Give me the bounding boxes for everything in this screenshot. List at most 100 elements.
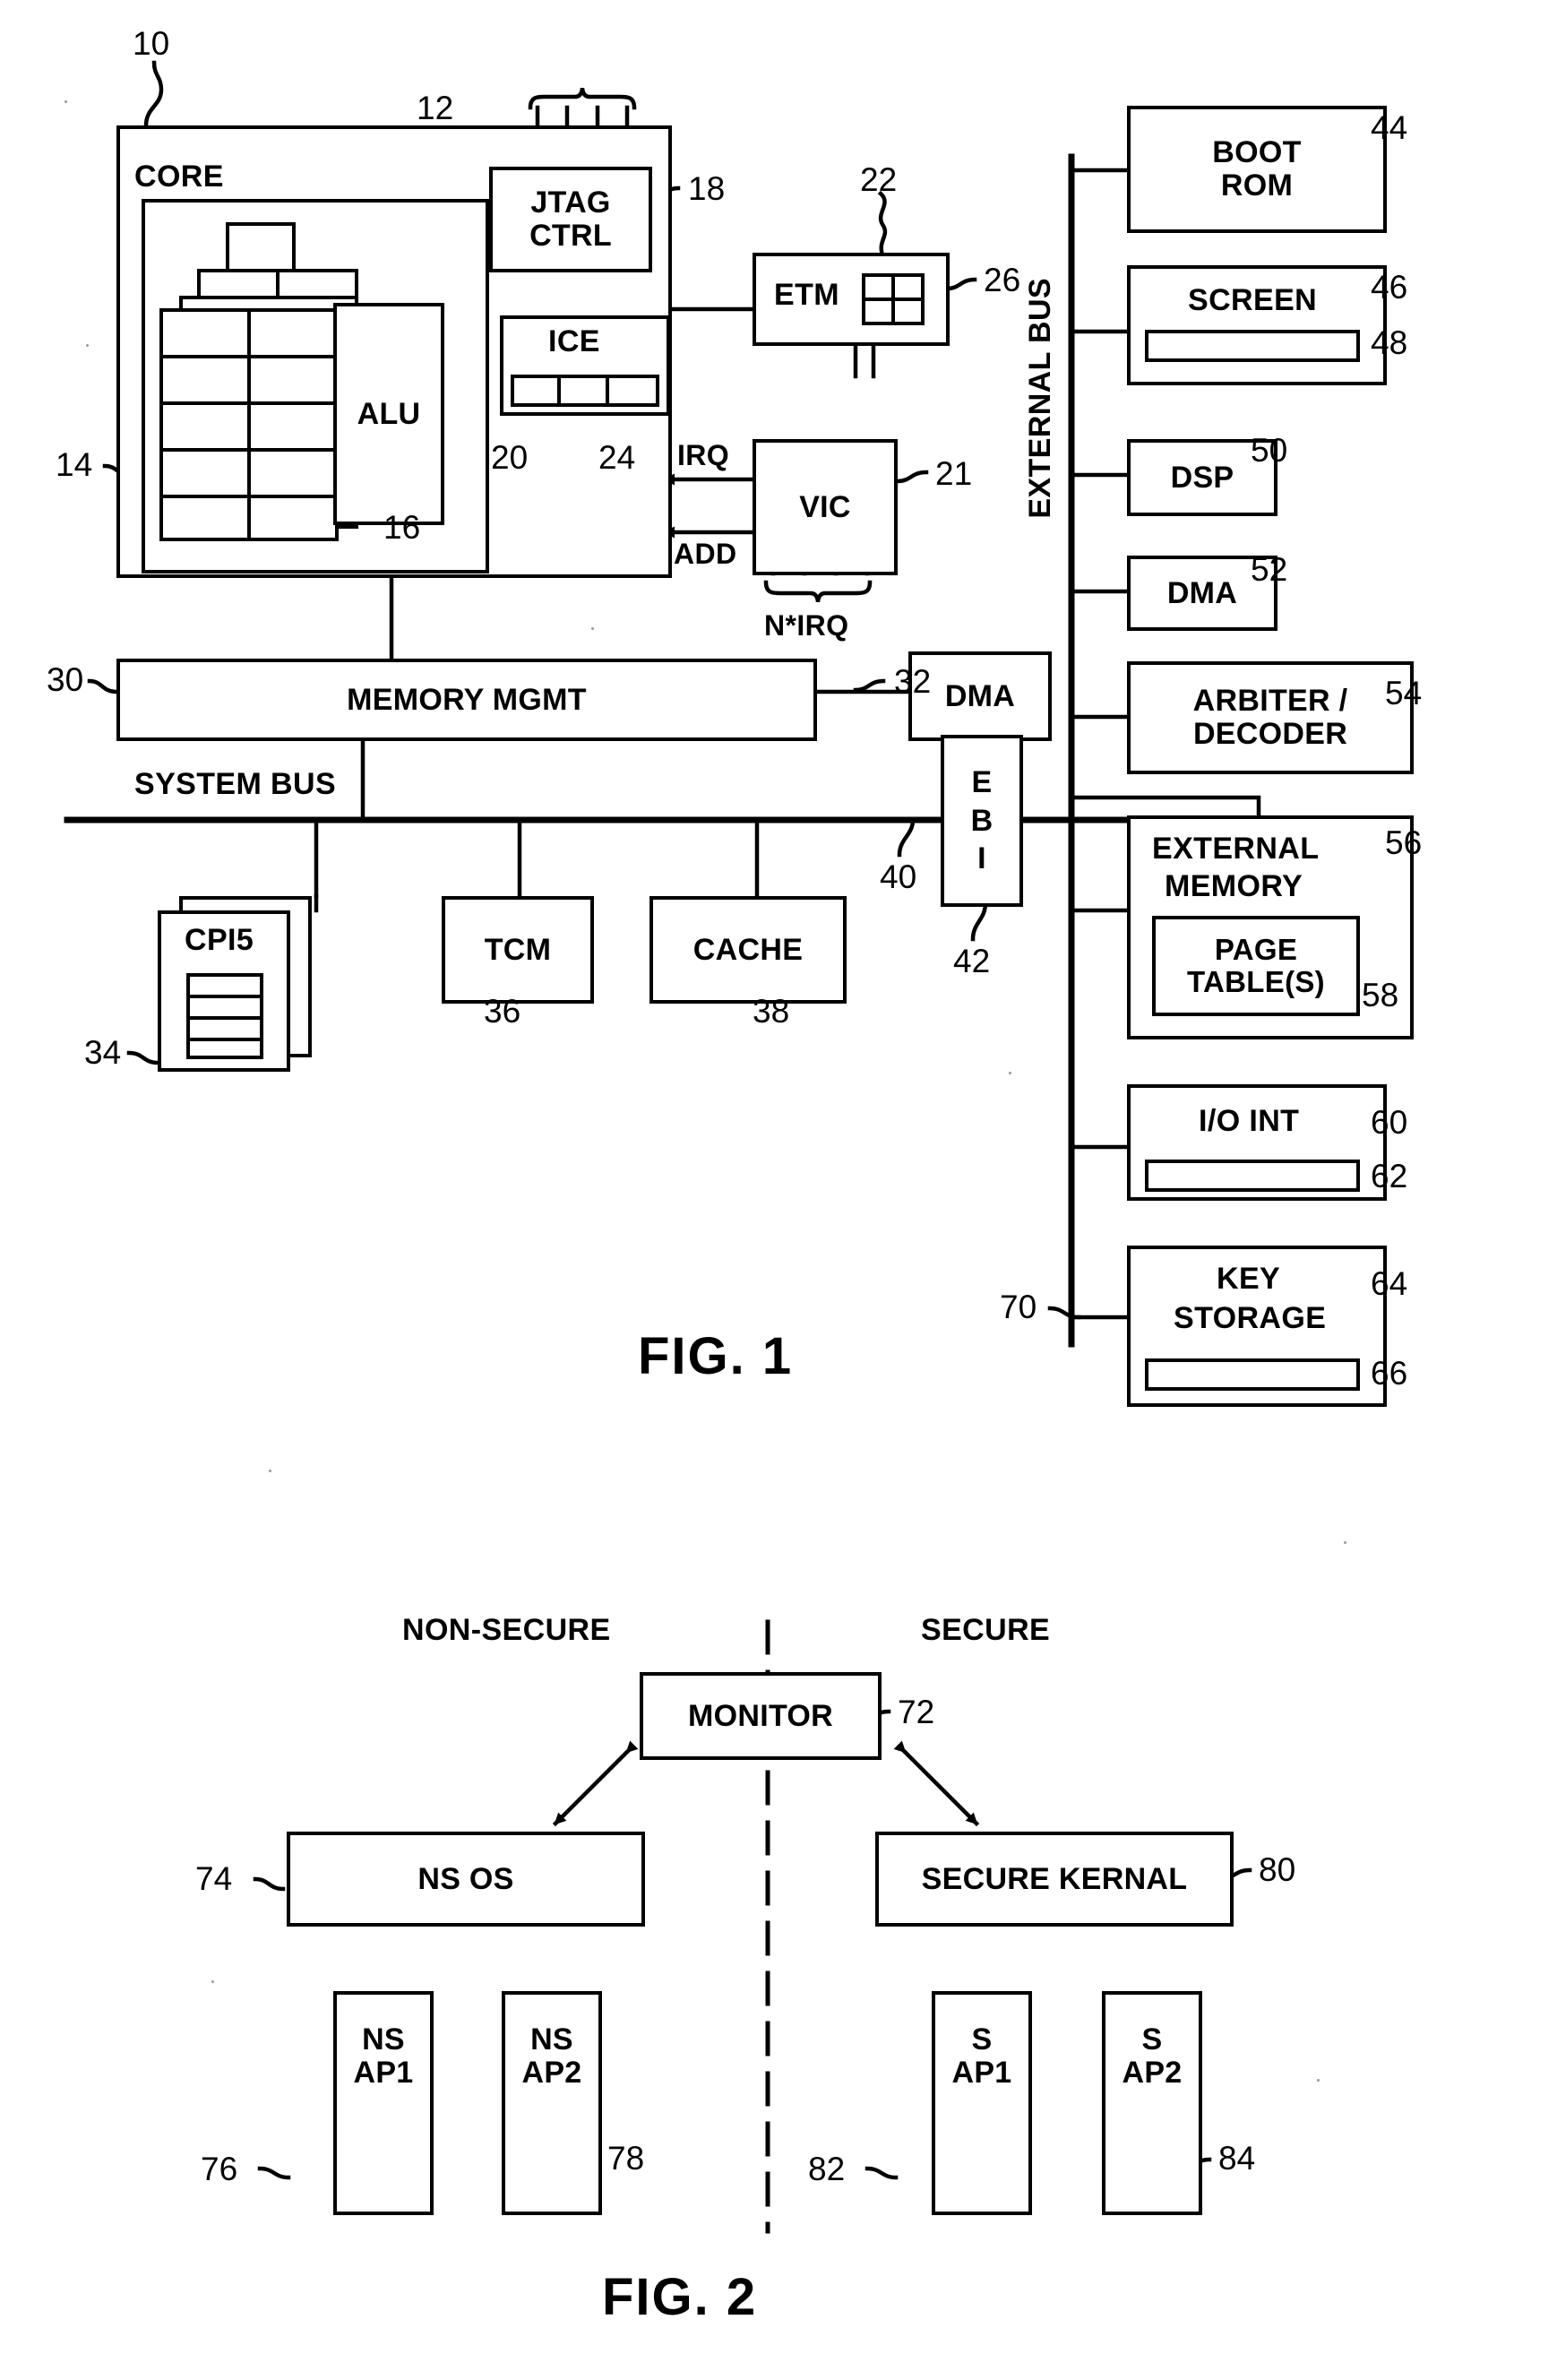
scan-speck: [1009, 1072, 1011, 1074]
numeral-30: 30: [47, 661, 84, 698]
tcm-block: TCM: [442, 896, 594, 1004]
scan-speck: [86, 344, 89, 347]
core-label: CORE: [134, 160, 224, 194]
ebi-block: E B I: [941, 735, 1023, 907]
etm-grid-hline: [862, 298, 925, 301]
s-ap2-label-line1: S: [1141, 2022, 1163, 2057]
ns-ap1-block: NS AP1: [333, 1991, 434, 2215]
numeral-34: 34: [84, 1034, 122, 1071]
key-storage-label-line1: KEY: [1217, 1262, 1281, 1296]
n-irq-signal-label: N*IRQ: [764, 609, 849, 642]
ns-ap2-label-line2: AP2: [521, 2055, 582, 2090]
secure-domain-label: SECURE: [921, 1613, 1051, 1647]
screen-buffer: [1145, 330, 1360, 362]
etm-label: ETM: [774, 278, 839, 312]
numeral-14: 14: [56, 446, 93, 483]
cp15-register-row-2: [186, 1016, 263, 1020]
numeral-72: 72: [898, 1694, 935, 1730]
boot-rom-block: BOOT ROM: [1127, 106, 1387, 233]
page-tables-label-line1: PAGE: [1214, 933, 1298, 967]
key-storage-label-line2: STORAGE: [1174, 1301, 1327, 1335]
jtag-ctrl-label-line1: JTAG: [530, 185, 611, 220]
numeral-42: 42: [953, 943, 991, 979]
arbiter-decoder-block: ARBITER / DECODER: [1127, 661, 1414, 774]
numeral-26: 26: [984, 262, 1021, 298]
numeral-78: 78: [607, 2140, 645, 2177]
ice-register-divider-1: [557, 375, 561, 407]
page-tables-label-line2: TABLE(S): [1187, 965, 1325, 998]
numeral-12: 12: [417, 90, 454, 126]
register-bank-row-4: [159, 495, 339, 498]
register-bank-row-1: [159, 355, 339, 358]
external-memory-label-line2: MEMORY: [1165, 869, 1303, 903]
s-ap2-block: S AP2: [1102, 1991, 1202, 2215]
numeral-16: 16: [383, 509, 421, 546]
irq-signal-label: IRQ: [677, 439, 730, 471]
boot-rom-label-line2: ROM: [1220, 168, 1294, 203]
numeral-20: 20: [491, 439, 529, 476]
scan-speck: [211, 1980, 214, 1983]
numeral-64: 64: [1371, 1265, 1408, 1302]
numeral-56: 56: [1385, 824, 1423, 861]
cache-block: CACHE: [649, 896, 847, 1004]
scan-speck: [65, 100, 67, 103]
numeral-38: 38: [753, 993, 790, 1030]
scan-speck: [591, 627, 594, 630]
numeral-80: 80: [1259, 1851, 1296, 1888]
jtag-ctrl-block: JTAG CTRL: [489, 167, 652, 272]
non-secure-domain-label: NON-SECURE: [402, 1613, 611, 1647]
numeral-21: 21: [935, 455, 973, 492]
numeral-82: 82: [808, 2151, 846, 2187]
numeral-32: 32: [894, 663, 932, 700]
ns-ap1-label-line1: NS: [362, 2022, 405, 2057]
numeral-84: 84: [1218, 2140, 1256, 2177]
alu-block: ALU: [333, 303, 444, 525]
numeral-58: 58: [1362, 977, 1399, 1013]
scan-speck: [269, 1470, 271, 1472]
system-bus-label: SYSTEM BUS: [134, 767, 337, 801]
numeral-76: 76: [201, 2151, 238, 2187]
numeral-60: 60: [1371, 1104, 1408, 1141]
numeral-62: 62: [1371, 1158, 1408, 1194]
numeral-40: 40: [880, 858, 917, 895]
register-bank-column-divider: [247, 308, 251, 541]
cp15-register-row-1: [186, 995, 263, 998]
scan-speck: [1344, 1541, 1346, 1544]
patent-figure-sheet: CORE ALU JTAG CTRL ICE ETM VIC IRQ ADD N…: [0, 0, 1557, 2380]
cp15-label: CPI5: [185, 923, 254, 957]
numeral-36: 36: [484, 993, 521, 1030]
numeral-46: 46: [1371, 269, 1408, 306]
numeral-74: 74: [195, 1860, 233, 1897]
ebi-label-line3: I: [977, 841, 986, 876]
s-ap1-label-line2: AP1: [951, 2055, 1012, 2090]
ice-label: ICE: [548, 324, 600, 358]
s-ap2-label-line2: AP2: [1122, 2055, 1183, 2090]
arbiter-label-line1: ARBITER /: [1192, 684, 1348, 719]
scan-speck: [1317, 2079, 1320, 2082]
external-bus-label: EXTERNAL BUS: [1023, 278, 1057, 519]
memory-mgmt-block: MEMORY MGMT: [116, 659, 817, 741]
ebi-label-line1: E: [971, 765, 993, 800]
ns-ap2-block: NS AP2: [502, 1991, 602, 2215]
cp15-register-row-3: [186, 1038, 263, 1041]
numeral-44: 44: [1371, 109, 1408, 146]
s-ap1-label-line1: S: [971, 2022, 993, 2057]
monitor-block: MONITOR: [640, 1672, 882, 1760]
s-ap1-block: S AP1: [932, 1991, 1032, 2215]
io-int-label: I/O INT: [1199, 1104, 1300, 1138]
add-signal-label: ADD: [674, 538, 737, 570]
numeral-10: 10: [133, 25, 170, 62]
ns-ap2-label-line1: NS: [530, 2022, 573, 2057]
register-bank-row-2: [159, 401, 339, 405]
figure2-title: FIG. 2: [602, 2268, 758, 2326]
numeral-50: 50: [1251, 432, 1288, 469]
key-storage-buffer: [1145, 1358, 1360, 1391]
ice-register-divider-2: [606, 375, 609, 407]
ice-register-row: [511, 375, 659, 407]
numeral-52: 52: [1251, 551, 1288, 588]
numeral-70: 70: [1000, 1289, 1037, 1325]
ns-ap1-label-line2: AP1: [353, 2055, 414, 2090]
io-int-buffer: [1145, 1160, 1360, 1192]
external-memory-label-line1: EXTERNAL: [1152, 832, 1320, 866]
numeral-22: 22: [860, 161, 898, 198]
